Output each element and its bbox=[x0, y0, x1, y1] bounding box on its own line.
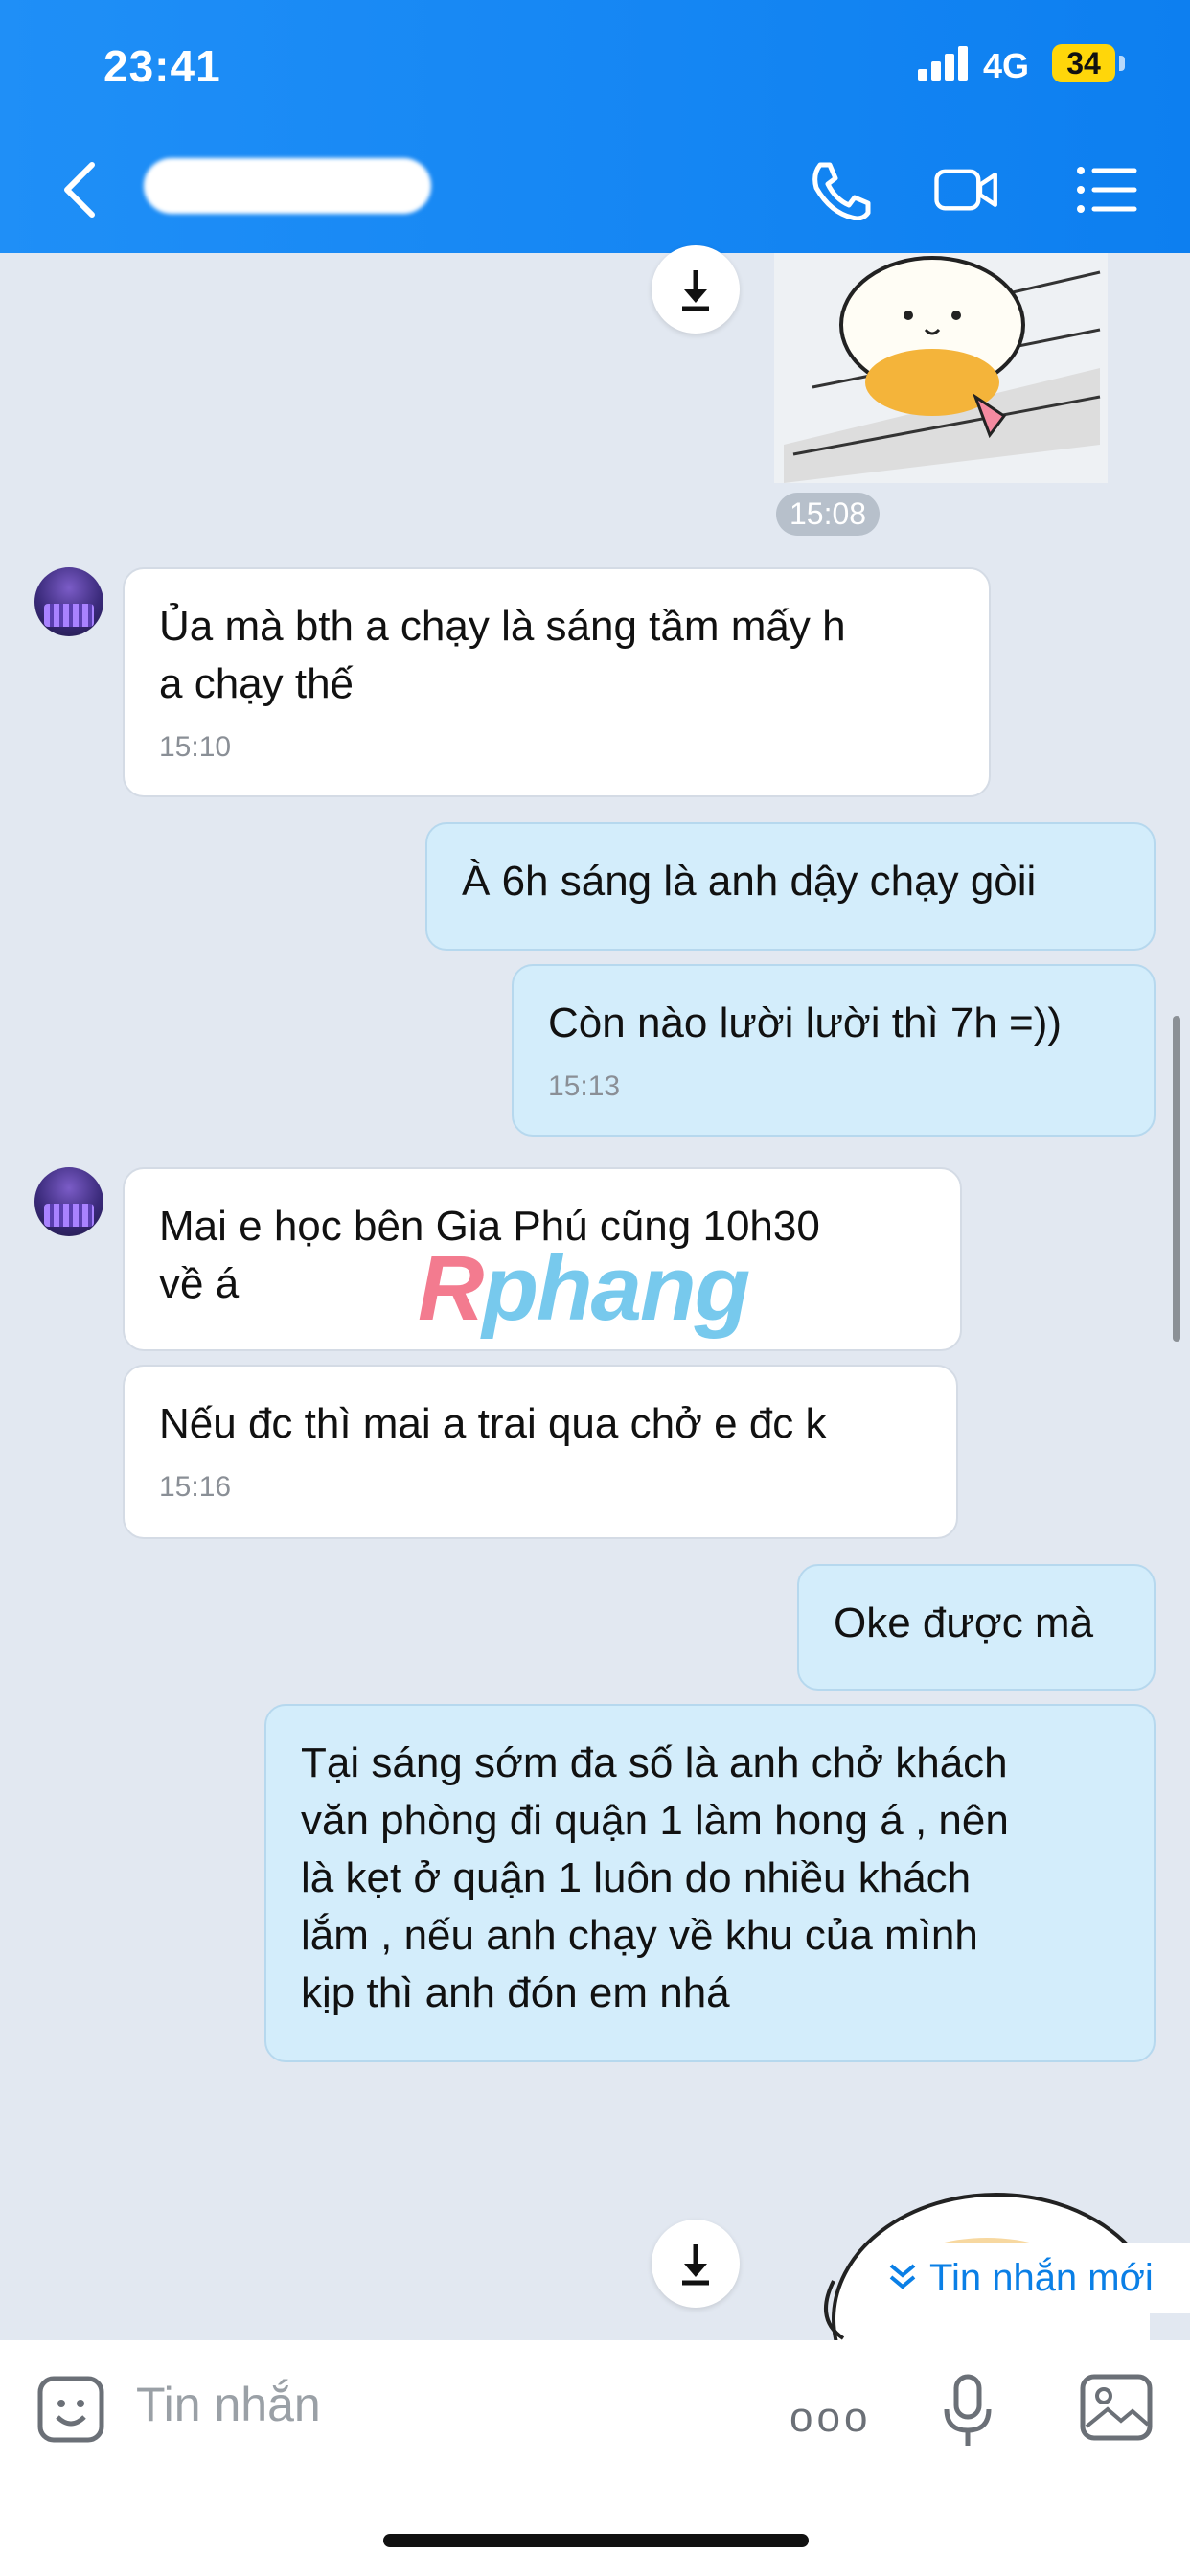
contact-name-redacted[interactable] bbox=[144, 158, 431, 214]
video-camera-icon[interactable] bbox=[933, 159, 1000, 220]
more-options-icon[interactable]: ooo bbox=[790, 2394, 871, 2442]
list-menu-icon[interactable] bbox=[1073, 159, 1140, 220]
message-text: Còn nào lười lười thì 7h =)) bbox=[548, 1000, 1063, 1046]
watermark-text: phang bbox=[482, 1237, 750, 1340]
message-bubble[interactable]: Còn nào lười lười thì 7h =)) 15:13 bbox=[512, 964, 1156, 1137]
download-icon bbox=[682, 2244, 709, 2286]
message-text: Nếu đc thì mai a trai qua chở e đc k bbox=[159, 1400, 827, 1447]
message-bubble[interactable]: Tại sáng sớm đa số là anh chở khách văn … bbox=[264, 1704, 1156, 2062]
double-chevron-down-icon bbox=[889, 2264, 916, 2289]
cat-sticker[interactable] bbox=[774, 253, 1108, 483]
message-bubble[interactable]: Oke được mà bbox=[797, 1564, 1156, 1690]
message-bubble[interactable]: À 6h sáng là anh dậy chạy gòii bbox=[425, 822, 1156, 951]
voice-mic-icon[interactable] bbox=[941, 2373, 995, 2450]
avatar[interactable] bbox=[34, 1167, 103, 1236]
sticker-emoji-icon[interactable] bbox=[36, 2375, 105, 2444]
signal-icon bbox=[918, 46, 972, 80]
new-messages-label: Tin nhắn mới bbox=[929, 2257, 1154, 2299]
back-icon[interactable] bbox=[59, 161, 98, 218]
network-label: 4G bbox=[983, 46, 1030, 85]
message-text: Tại sáng sớm đa số là anh chở khách văn … bbox=[301, 1739, 1009, 2016]
phone-icon[interactable] bbox=[807, 159, 874, 220]
message-time: 15:10 bbox=[159, 731, 232, 763]
download-icon bbox=[682, 270, 709, 311]
message-bubble[interactable]: Nếu đc thì mai a trai qua chở e đc k 15:… bbox=[123, 1365, 958, 1539]
battery-tip bbox=[1119, 56, 1125, 71]
watermark-logo: Rphang bbox=[418, 1236, 750, 1342]
chat-header: 23:41 4G 34 bbox=[0, 0, 1190, 253]
battery-icon: 34 bbox=[1052, 44, 1115, 82]
download-button[interactable] bbox=[652, 245, 740, 334]
message-text: À 6h sáng là anh dậy chạy gòii bbox=[462, 858, 1037, 905]
message-text: Ủa mà bth a chạy là sáng tầm mấy h a chạ… bbox=[159, 603, 846, 707]
message-time: 15:13 bbox=[548, 1070, 621, 1102]
sticker-time: 15:08 bbox=[776, 493, 881, 536]
status-time: 23:41 bbox=[103, 41, 221, 91]
message-text: Oke được mà bbox=[834, 1599, 1094, 1646]
download-button[interactable] bbox=[652, 2220, 740, 2308]
scrollbar[interactable] bbox=[1173, 1016, 1180, 1342]
message-bubble[interactable]: Ủa mà bth a chạy là sáng tầm mấy h a chạ… bbox=[123, 567, 991, 797]
home-indicator bbox=[383, 2534, 809, 2547]
message-input[interactable]: Tin nhắn bbox=[136, 2377, 321, 2432]
avatar[interactable] bbox=[34, 567, 103, 636]
watermark-r: R bbox=[418, 1237, 484, 1340]
gallery-icon[interactable] bbox=[1079, 2373, 1154, 2442]
new-messages-button[interactable]: Tin nhắn mới bbox=[862, 2242, 1190, 2313]
message-time: 15:16 bbox=[159, 1471, 232, 1503]
